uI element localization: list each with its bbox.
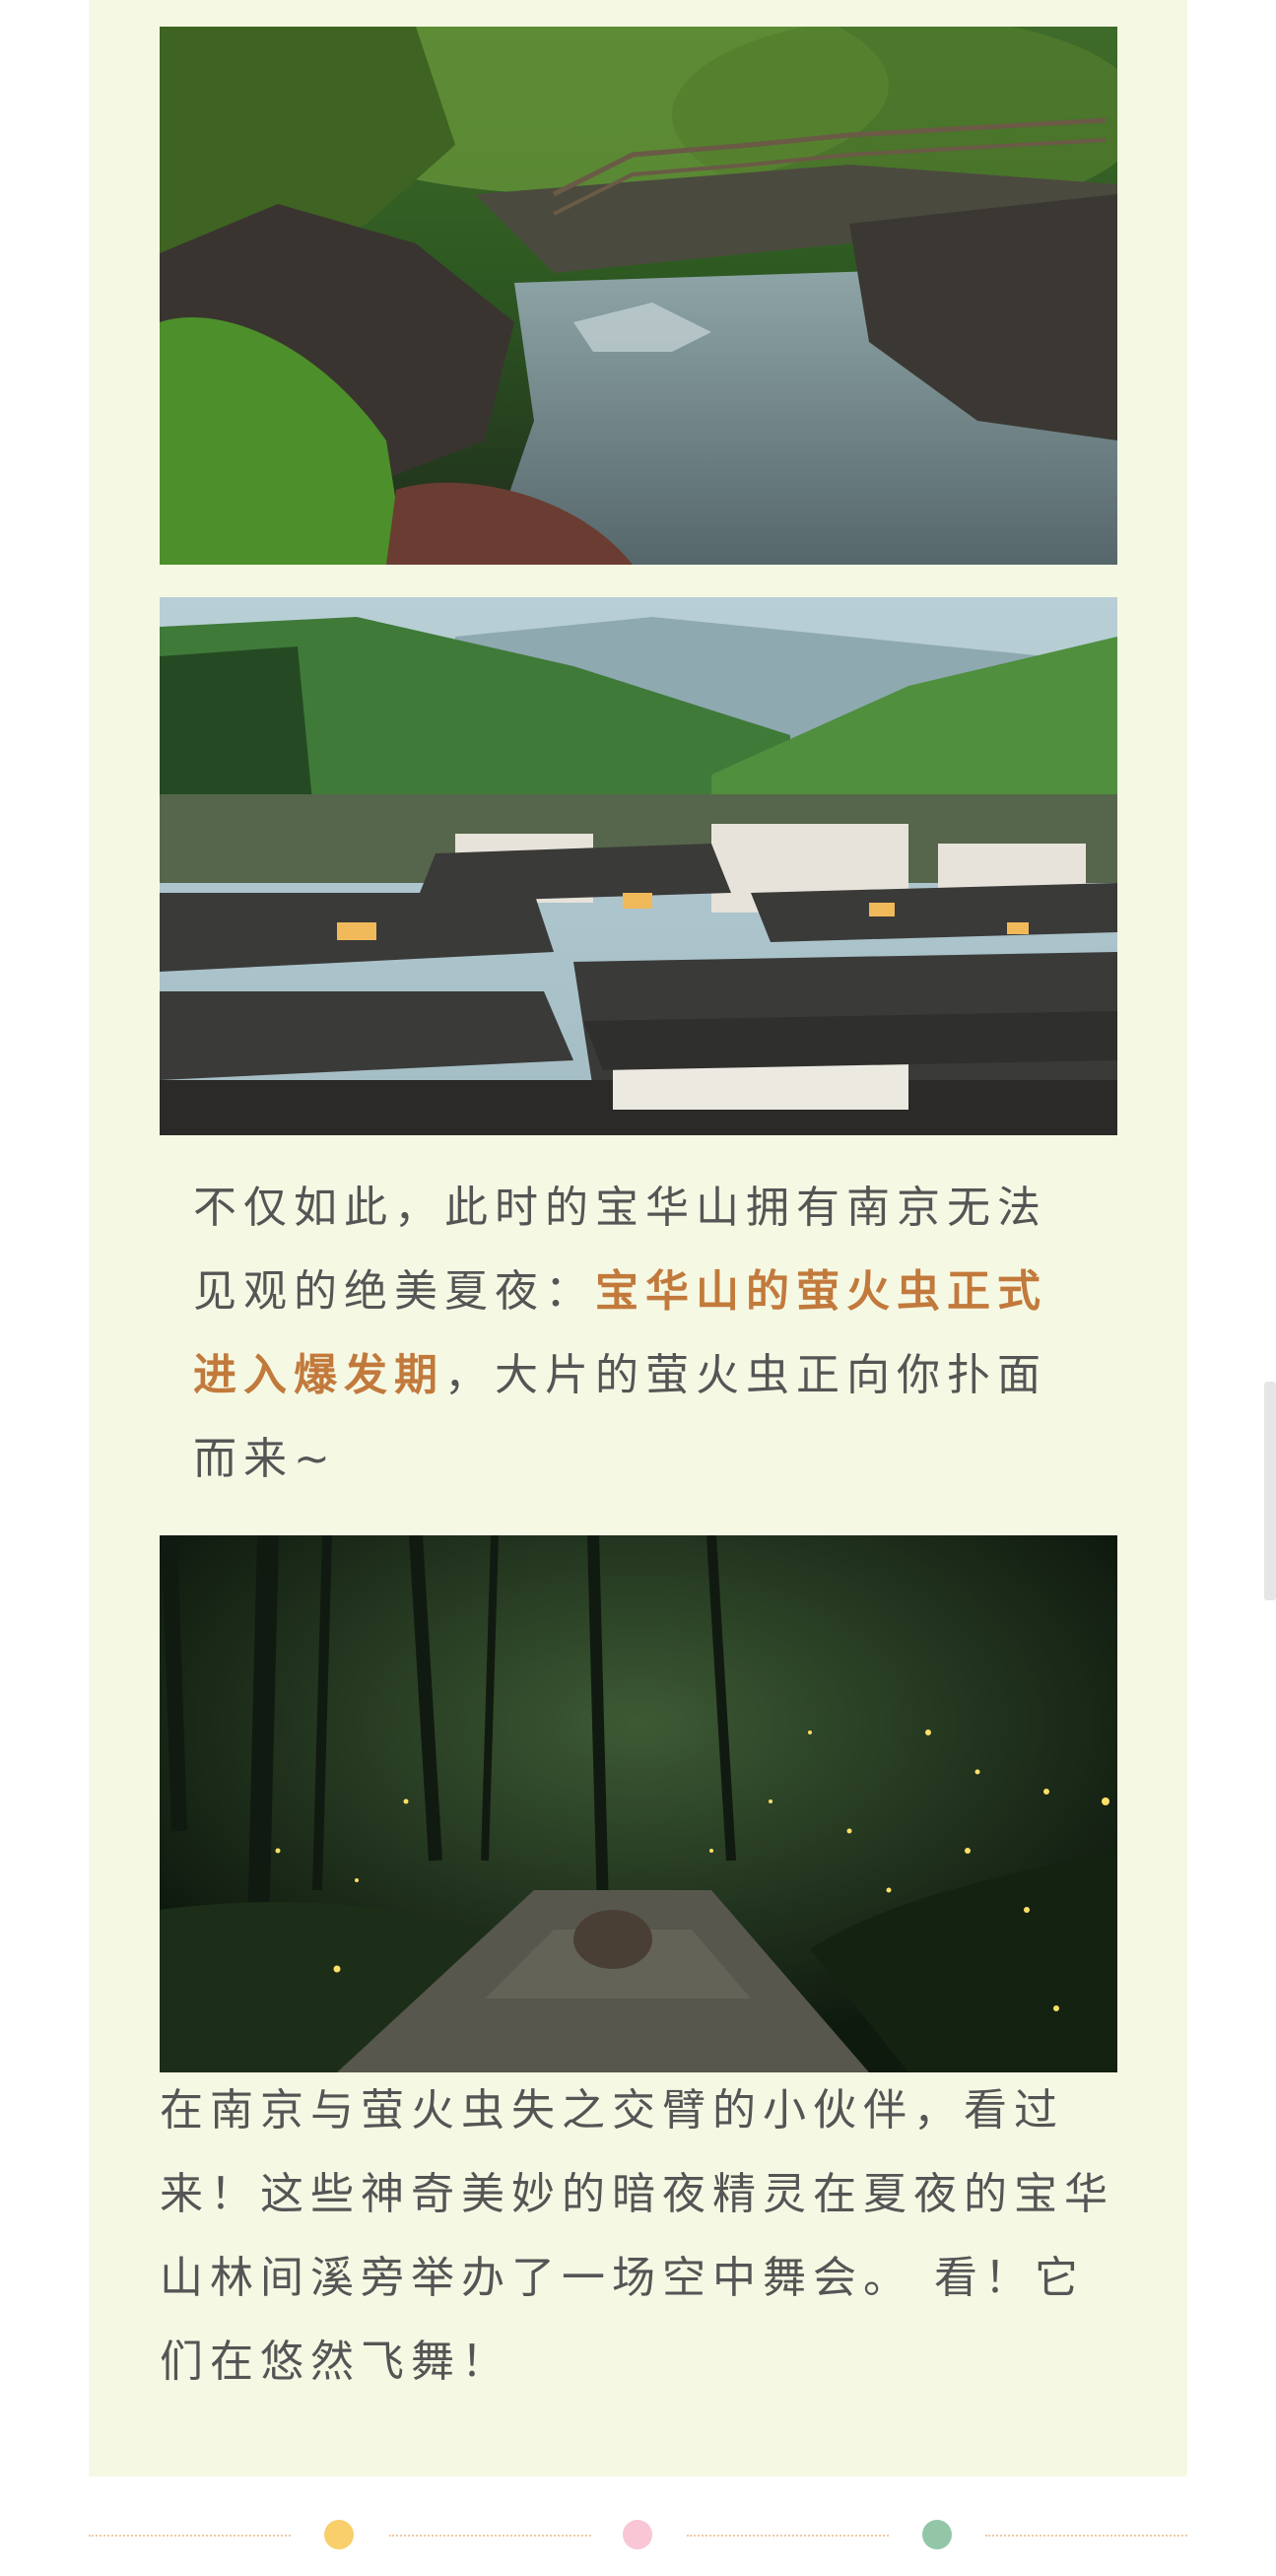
mountain-village-photo	[160, 597, 1117, 1135]
forest-stream-photo	[160, 27, 1117, 565]
divider-dotted-line	[687, 2535, 889, 2537]
article-paragraph-fireflies: 在南京与萤火虫失之交臂的小伙伴，看过来！这些神奇美妙的暗夜精灵在夏夜的宝华山林间…	[160, 2085, 1114, 2387]
divider-dot-pink	[623, 2520, 652, 2549]
divider-dotted-line	[89, 2535, 291, 2537]
article-paragraph-intro: 不仅如此，此时的宝华山拥有南京无法见观的绝美夏夜：宝华山的萤火虫正式进入爆发期，…	[193, 1166, 1080, 1501]
firefly-forest-path-photo	[160, 1535, 1117, 2072]
divider-dotted-line	[985, 2535, 1187, 2537]
divider-dot-green	[922, 2520, 952, 2549]
scrollbar[interactable]	[1264, 1382, 1276, 1600]
divider-dot-yellow	[324, 2520, 354, 2549]
divider-dotted-line	[389, 2535, 591, 2537]
